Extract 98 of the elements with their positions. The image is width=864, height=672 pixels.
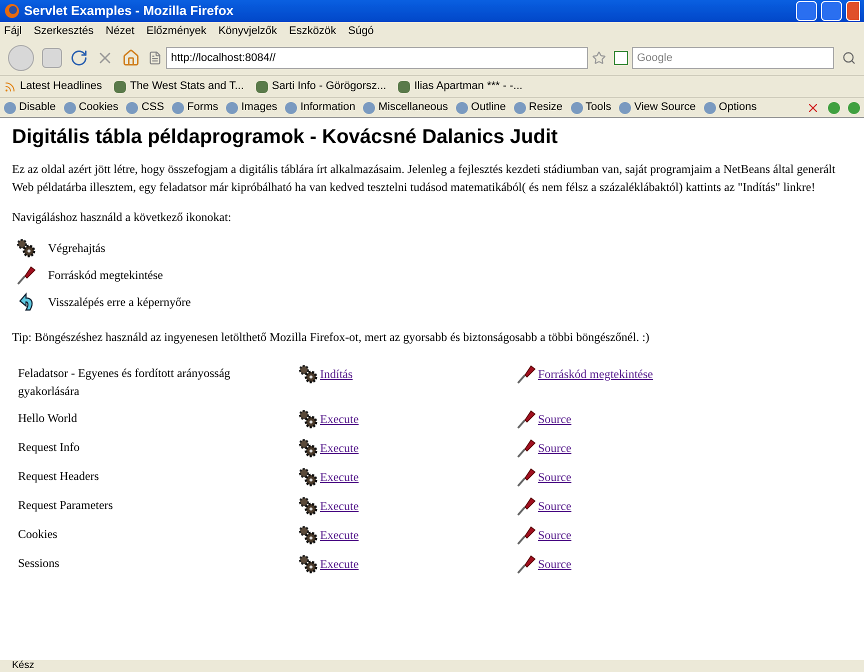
intro-paragraph: Ez az oldal azért jött létre, hogy összefogjam a digitális táblára írt alkalmazásaim. Jelenleg a fejlesztés kezdeti stádiumban van, saját programjaim a NetBeans által generált Web példatárba illesztem, egy feladatsor már kipróbálható ha van kedved tesztelni tudásod matematikából( és nem félsz a százaléklábaktól) kattints az "Indítás" linkre! — [12, 161, 836, 196]
execute-link[interactable]: Execute — [320, 410, 359, 428]
menu-item[interactable]: Szerkesztés — [34, 22, 94, 40]
execute-link[interactable]: Execute — [320, 526, 359, 544]
toolbar-menu-button[interactable]: View Source — [634, 99, 696, 116]
status-text: Kész — [12, 660, 34, 672]
toolbar-icon — [64, 102, 76, 114]
toolbar-menu-button[interactable]: Information — [300, 99, 356, 116]
execute-link[interactable]: Execute — [320, 555, 359, 573]
gears-icon — [298, 438, 318, 458]
screwdriver-icon — [516, 409, 536, 429]
menu-item[interactable]: Fájl — [4, 22, 22, 40]
toolbar-icon — [514, 102, 526, 114]
reload-icon[interactable] — [70, 48, 88, 66]
example-name: Cookies — [18, 526, 58, 543]
execute-link[interactable]: Execute — [320, 439, 359, 457]
star-icon[interactable] — [592, 50, 606, 64]
ok-icon — [828, 102, 840, 114]
navigation-intro: Navigáláshoz használd a következő ikonokat: — [12, 209, 232, 226]
minimize-button[interactable] — [796, 1, 817, 21]
gears-icon — [298, 467, 318, 487]
bookmark-item[interactable]: Latest Headlines — [20, 78, 102, 95]
toolbar-icon — [570, 102, 583, 114]
menu-item[interactable]: Könyvjelzők — [218, 22, 278, 40]
site-icon — [256, 80, 268, 92]
toolbar-menu-button[interactable]: Miscellaneous — [378, 99, 448, 116]
feed-icon — [4, 80, 16, 92]
source-link[interactable]: Source — [538, 555, 572, 573]
bookmark-item[interactable]: Sarti Info - Görögorsz... — [272, 78, 386, 95]
toolbar-menu-button[interactable]: Disable — [19, 99, 56, 116]
screwdriver-icon — [516, 496, 536, 516]
toolbar-menu-button[interactable]: CSS — [141, 99, 164, 116]
example-name: Hello World — [18, 410, 78, 427]
legend-label: Végrehajtás — [48, 240, 106, 257]
toolbar-icon — [704, 102, 716, 114]
maximize-button[interactable] — [821, 1, 842, 21]
screwdriver-icon — [516, 438, 536, 458]
screwdriver-icon — [516, 467, 536, 487]
example-name: Feladatsor - Egyenes és fordított arányosság gyakorlására — [18, 365, 232, 400]
toolbar-menu-button[interactable]: Images — [241, 99, 278, 116]
bookmark-item[interactable]: Ilias Apartman *** - -... — [414, 78, 522, 95]
site-icon — [398, 80, 410, 92]
menu-item[interactable]: Előzmények — [146, 22, 206, 40]
toolbar-icon — [456, 102, 468, 114]
example-name: Request Headers — [18, 468, 100, 485]
address-field[interactable]: http://localhost:8084// — [166, 46, 588, 68]
toolbar-menu-button[interactable]: Outline — [471, 99, 506, 116]
gears-icon — [298, 496, 318, 516]
example-name: Request Parameters — [18, 497, 114, 514]
search-field[interactable]: Google — [632, 46, 834, 68]
source-link[interactable]: Source — [538, 497, 572, 515]
source-link[interactable]: Source — [538, 468, 572, 486]
gears-icon — [298, 409, 318, 429]
source-link[interactable]: Forráskód megtekintése — [538, 365, 653, 383]
toolbar-icon — [172, 102, 184, 114]
legend-label: Visszalépés erre a képernyőre — [48, 294, 191, 311]
toolbar-menu-button[interactable]: Cookies — [78, 99, 118, 116]
menu-item[interactable]: Eszközök — [289, 22, 336, 40]
page-heading: Digitális tábla példaprogramok - Kovácsné Dalanics Judit — [12, 125, 559, 150]
source-link[interactable]: Source — [538, 526, 572, 544]
gears-icon — [16, 238, 36, 258]
gears-icon — [298, 364, 318, 384]
page-icon — [148, 50, 162, 64]
ok-icon — [848, 102, 860, 114]
screwdriver-icon — [16, 265, 36, 285]
toolbar-menu-button[interactable]: Forms — [187, 99, 218, 116]
execute-link[interactable]: Indítás — [320, 365, 353, 383]
window-title: Servlet Examples - Mozilla Firefox — [24, 2, 235, 20]
screwdriver-icon — [516, 525, 536, 545]
home-icon[interactable] — [122, 48, 140, 66]
toolbar-icon — [126, 102, 138, 114]
toolbar-icon — [363, 102, 376, 114]
toolbar-menu-button[interactable]: Options — [718, 99, 757, 116]
execute-link[interactable]: Execute — [320, 468, 359, 486]
toolbar-icon — [619, 102, 632, 114]
example-name: Request Info — [18, 439, 81, 456]
toolbar-icon — [4, 102, 16, 114]
menu-item[interactable]: Súgó — [348, 22, 374, 40]
browser-logo-icon — [4, 3, 20, 19]
toolbar-icon — [285, 102, 298, 114]
example-name: Sessions — [18, 555, 60, 572]
close-button[interactable] — [846, 1, 860, 21]
bookmark-item[interactable]: The West Stats and T... — [130, 78, 244, 95]
menu-item[interactable]: Nézet — [106, 22, 134, 40]
gears-icon — [298, 554, 318, 574]
gears-icon — [298, 525, 318, 545]
legend-label: Forráskód megtekintése — [48, 267, 163, 284]
screwdriver-icon — [516, 554, 536, 574]
toolbar-menu-button[interactable]: Resize — [528, 99, 563, 116]
toolbar-icon — [226, 102, 238, 114]
toolbar-menu-button[interactable]: Tools — [586, 99, 612, 116]
source-link[interactable]: Source — [538, 410, 572, 428]
source-link[interactable]: Source — [538, 439, 572, 457]
search-icon[interactable] — [842, 50, 856, 64]
tip-text: Tip: Böngészéshez használd az ingyenesen letölthető Mozilla Firefox-ot, mert az gyorsabb és biztonságosabb a többi böngészőnél. :) — [12, 329, 650, 346]
site-icon — [114, 80, 126, 92]
screwdriver-icon — [516, 364, 536, 384]
execute-link[interactable]: Execute — [320, 497, 359, 515]
